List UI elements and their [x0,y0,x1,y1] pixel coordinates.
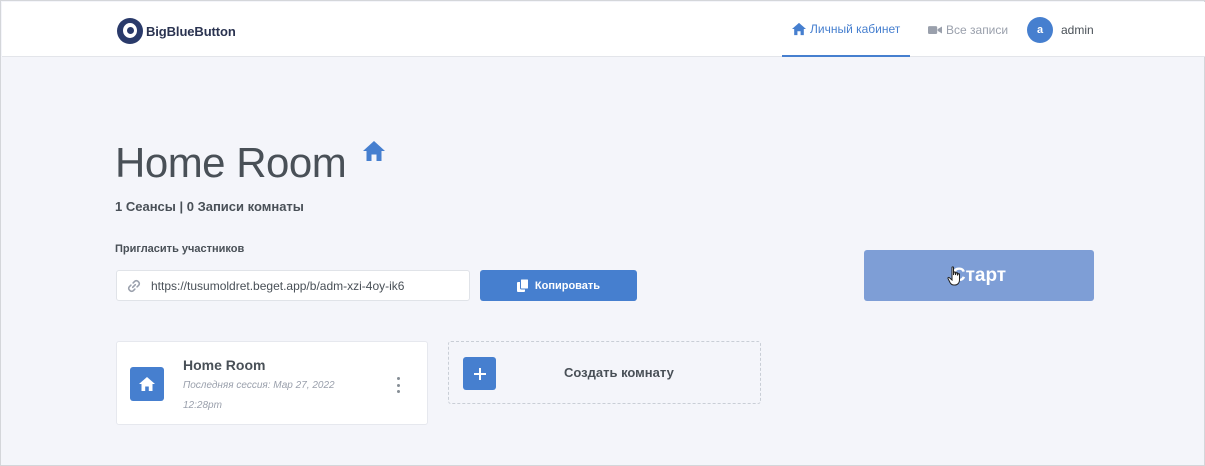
nav-home-tab[interactable]: Личный кабинет [782,2,910,57]
invite-label: Пригласить участников [115,243,245,255]
room-card-home-room[interactable]: Home Room Последняя сессия: Мар 27, 2022… [116,341,428,425]
link-icon [127,279,141,292]
plus-icon [463,357,496,390]
avatar: a [1027,16,1053,43]
home-icon [792,22,806,35]
copy-button[interactable]: Копировать [480,270,637,301]
room-card-last-session: Последняя сессия: Мар 27, 2022 12:28pm [183,380,335,411]
plus-glyph-icon [473,367,486,380]
invite-url-input[interactable] [151,278,451,293]
nav-home-label: Личный кабинет [810,21,901,36]
video-camera-icon [928,25,942,34]
copy-button-label: Копировать [534,279,601,292]
top-navbar: BigBlueButton Личный кабинет Все записи … [2,2,1205,57]
create-room-card[interactable]: Создать комнату [448,341,761,404]
user-name: admin [1061,22,1094,37]
home-icon [139,377,155,391]
app-frame: BigBlueButton Личный кабинет Все записи … [0,0,1205,466]
hand-cursor-icon [947,266,960,286]
page-title: Home Room [115,139,347,186]
copy-icon [516,279,529,292]
logo-text: BigBlueButton [146,23,236,39]
home-room-icon [363,141,385,161]
user-menu[interactable]: a admin [1027,2,1094,57]
start-button[interactable]: Старт [864,250,1094,301]
kebab-menu-icon[interactable] [395,377,401,393]
room-stats: 1 Сеансы | 0 Записи комнаты [115,199,304,214]
bigbluebutton-logo-mark-icon [117,18,143,44]
nav-recordings-label: Все записи [946,22,1009,37]
room-card-icon [130,367,164,401]
nav-recordings-tab[interactable]: Все записи [928,2,1008,57]
bigbluebutton-logo[interactable]: BigBlueButton [117,18,236,44]
invite-url-field[interactable] [116,270,470,301]
room-card-name: Home Room [183,357,266,373]
